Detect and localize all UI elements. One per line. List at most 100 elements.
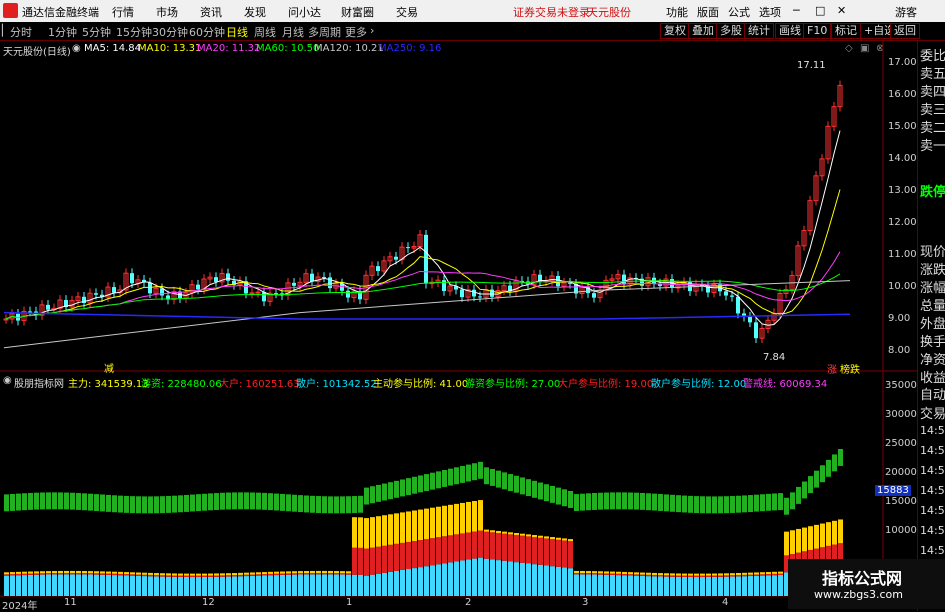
big-holder-bar (490, 532, 495, 560)
hot-money-bar (310, 495, 315, 513)
main-force-bar (454, 503, 459, 535)
main-force-bar (484, 529, 489, 532)
btn-duogu[interactable]: 多股 (716, 23, 746, 39)
retail-bar (688, 577, 693, 596)
main-force-bar (490, 530, 495, 533)
big-holder-bar (148, 574, 153, 577)
ind-settings-icon[interactable]: ◉ (3, 375, 12, 386)
period-multi[interactable]: 多周期 (308, 24, 341, 40)
menu-zixun[interactable]: 资讯 (200, 4, 222, 20)
period-15min[interactable]: 15分钟 (116, 24, 152, 40)
main-force-bar (736, 572, 741, 576)
big-holder-bar (670, 575, 675, 577)
high-mark: 17.11 (797, 60, 826, 71)
retail-bar (28, 574, 33, 596)
retail-bar (424, 566, 429, 596)
menu-caifuquan[interactable]: 财富圈 (341, 4, 374, 20)
close-icon[interactable]: ✕ (837, 4, 846, 17)
menu-gongneng[interactable]: 功能 (666, 4, 688, 20)
big-holder-bar (706, 575, 711, 577)
chart-mark (262, 292, 266, 302)
hot-money-bar (124, 495, 129, 513)
main-force-bar (328, 570, 333, 574)
guest-label[interactable]: 游客 (895, 4, 917, 20)
hot-money-bar (592, 493, 597, 510)
retail-bar (376, 573, 381, 596)
big-holder-bar (322, 572, 327, 575)
broker-notice[interactable]: 证券交易未登录 (513, 4, 590, 20)
big-holder-bar (88, 573, 93, 575)
retail-bar (352, 574, 357, 596)
big-holder-bar (478, 530, 483, 558)
menu-banmian[interactable]: 版面 (697, 4, 719, 20)
hot-money-bar (838, 449, 843, 466)
period-more[interactable]: 更多 (345, 24, 367, 40)
retail-bar (538, 564, 543, 596)
hot-money-bar (148, 496, 153, 514)
hot-money-bar (244, 492, 249, 510)
right-panel-item: 卖一 (920, 139, 945, 154)
period-60min[interactable]: 60分钟 (189, 24, 225, 40)
retail-bar (418, 567, 423, 596)
period-daily[interactable]: 日线 (226, 24, 248, 40)
big-holder-bar (298, 573, 303, 575)
main-force-bar (154, 573, 159, 576)
retail-bar (778, 575, 783, 596)
big-holder-bar (586, 573, 591, 575)
hot-money-bar (286, 494, 291, 512)
retail-bar (16, 575, 21, 596)
main-force-bar (34, 571, 39, 574)
retail-bar (46, 574, 51, 596)
menu-xuanxiang[interactable]: 选项 (759, 4, 781, 20)
main-force-bar (478, 500, 483, 531)
btn-fuquan[interactable]: 复权 (660, 23, 690, 39)
retail-bar (754, 575, 759, 596)
btn-huaxian[interactable]: 画线 (775, 23, 805, 39)
retail-bar (184, 577, 189, 596)
main-force-bar (244, 572, 249, 575)
hot-money-bar (34, 492, 39, 510)
menu-hangqing[interactable]: 行情 (112, 4, 134, 20)
big-holder-bar (208, 575, 213, 577)
main-force-bar (652, 572, 657, 575)
hot-money-bar (88, 493, 93, 511)
max-icon[interactable]: □ (815, 4, 825, 17)
main-force-bar (274, 571, 279, 574)
main-force-bar (58, 570, 63, 574)
menu-jiaoyi[interactable]: 交易 (396, 4, 418, 20)
period-monthly[interactable]: 月线 (282, 24, 304, 40)
min-icon[interactable]: ─ (793, 4, 800, 17)
menu-faxian[interactable]: 发现 (244, 4, 266, 20)
main-force-bar (346, 571, 351, 574)
hot-money-bar (4, 494, 9, 512)
chevron-right-icon[interactable]: › (370, 24, 374, 37)
retail-bar (112, 575, 117, 596)
big-holder-bar (484, 531, 489, 559)
menu-gongshi[interactable]: 公式 (728, 4, 750, 20)
retail-bar (598, 574, 603, 596)
retail-bar (166, 576, 171, 596)
menu-wenxiaoda[interactable]: 问小达 (288, 4, 321, 20)
main-force-bar (94, 571, 99, 574)
hot-money-bar (250, 492, 255, 510)
indicator-name[interactable]: 股朋指标网 (14, 375, 64, 390)
period-1min[interactable]: 1分钟 (48, 24, 77, 40)
main-force-bar (532, 535, 537, 538)
main-force-bar (688, 573, 693, 576)
period-30min[interactable]: 30分钟 (152, 24, 188, 40)
btn-f10[interactable]: F10 (803, 23, 832, 39)
hot-money-bar (10, 493, 15, 511)
hot-money-bar (574, 494, 579, 512)
chart-area[interactable] (0, 41, 917, 609)
btn-diejia[interactable]: 叠加 (688, 23, 718, 39)
period-5min[interactable]: 5分钟 (82, 24, 111, 40)
period-weekly[interactable]: 周线 (254, 24, 276, 40)
period-fenshi[interactable]: 分时 (10, 24, 32, 40)
retail-bar (322, 574, 327, 596)
menu-shichang[interactable]: 市场 (156, 4, 178, 20)
retail-bar (604, 574, 609, 596)
btn-tongji[interactable]: 统计 (744, 23, 774, 39)
date-tick: 3 (582, 597, 589, 608)
btn-biaoji[interactable]: 标记 (831, 23, 861, 39)
btn-fanhui[interactable]: 返回 (890, 23, 920, 39)
